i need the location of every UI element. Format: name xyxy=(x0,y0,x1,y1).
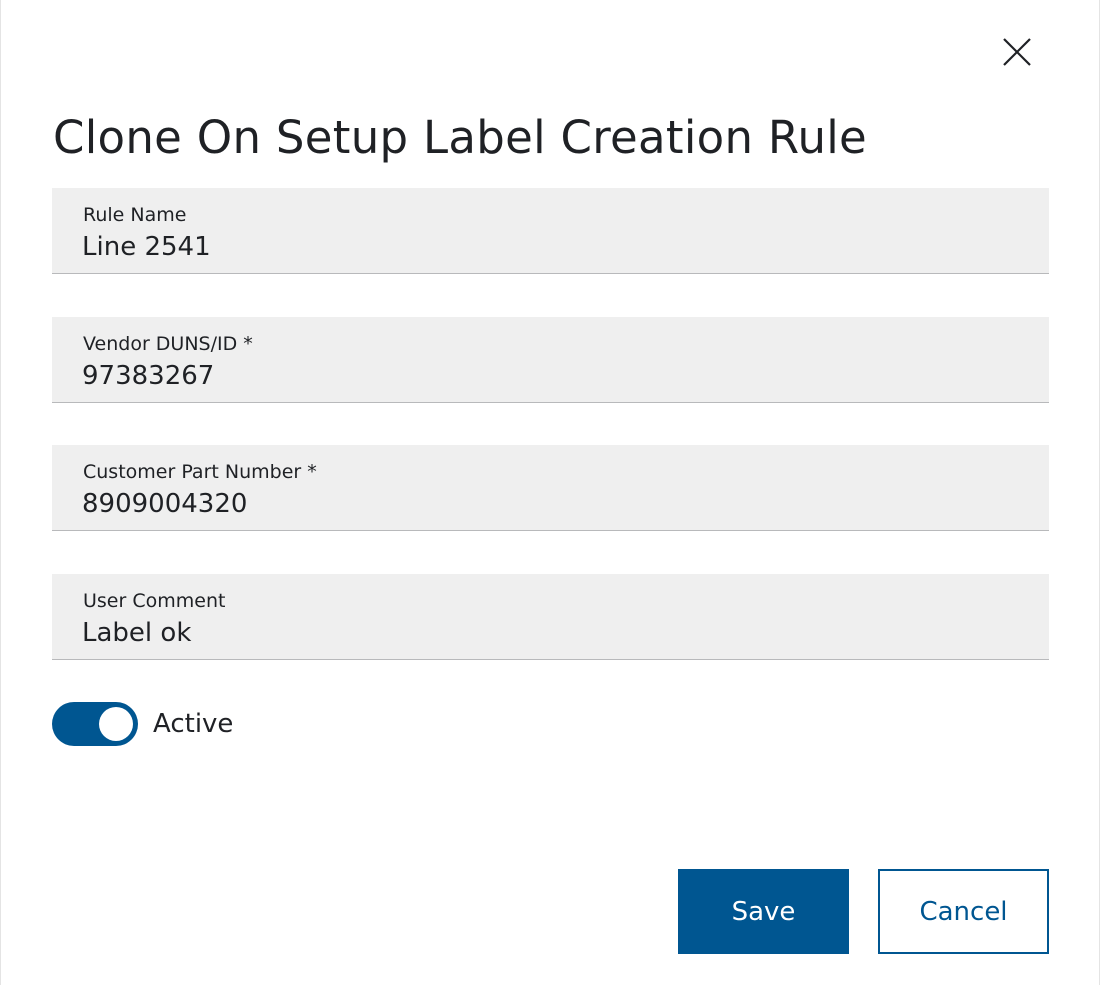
user-comment-field[interactable]: User Comment xyxy=(52,574,1049,660)
customer-part-number-label: Customer Part Number * xyxy=(83,461,317,483)
rule-name-field[interactable]: Rule Name xyxy=(52,188,1049,274)
user-comment-label: User Comment xyxy=(83,590,226,612)
active-toggle-row: Active xyxy=(52,702,233,746)
rule-name-input[interactable] xyxy=(82,230,1012,264)
toggle-knob xyxy=(99,707,133,741)
active-toggle[interactable] xyxy=(52,702,138,746)
active-toggle-label[interactable]: Active xyxy=(153,707,233,741)
user-comment-input[interactable] xyxy=(82,616,1012,650)
close-icon xyxy=(1003,38,1031,66)
save-button[interactable]: Save xyxy=(678,869,849,954)
customer-part-number-input[interactable] xyxy=(82,487,1012,521)
customer-part-number-field[interactable]: Customer Part Number * xyxy=(52,445,1049,531)
close-button[interactable] xyxy=(995,30,1039,74)
vendor-duns-label: Vendor DUNS/ID * xyxy=(83,333,253,355)
dialog-title: Clone On Setup Label Creation Rule xyxy=(53,111,868,164)
vendor-duns-input[interactable] xyxy=(82,359,1012,393)
rule-name-label: Rule Name xyxy=(83,204,187,226)
vendor-duns-field[interactable]: Vendor DUNS/ID * xyxy=(52,317,1049,403)
cancel-button[interactable]: Cancel xyxy=(878,869,1049,954)
clone-rule-dialog: Clone On Setup Label Creation Rule Rule … xyxy=(0,0,1100,985)
